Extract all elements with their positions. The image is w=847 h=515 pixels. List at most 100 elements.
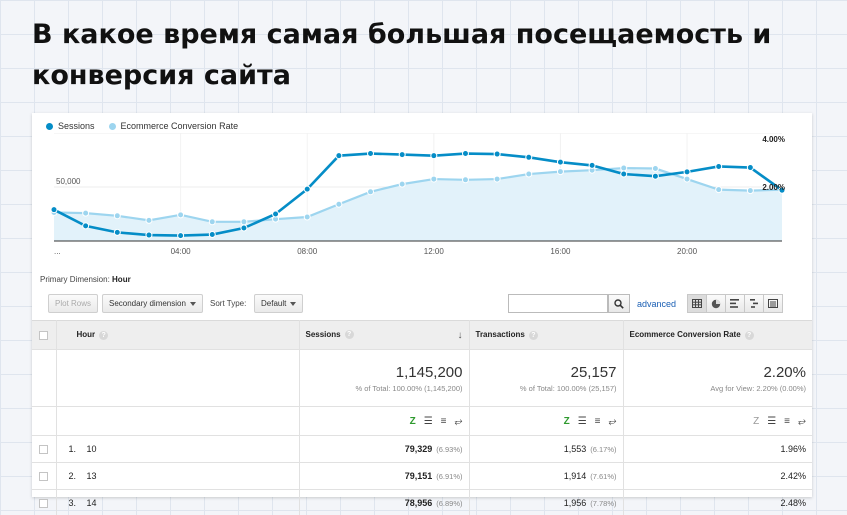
search-button[interactable] [608,294,630,313]
pie-view-button[interactable] [706,294,726,313]
bar-list-icon[interactable]: ☰ [424,416,433,427]
row-transactions: 1,914 [563,471,587,481]
performance-view-button[interactable] [725,294,745,313]
total-transactions-sub: % of Total: 100.00% (25,157) [519,383,617,393]
total-conversion-sub: Avg for View: 2.20% (0.00%) [710,383,806,393]
table-row[interactable]: 2. 13 79,151 (6.91%) 1,914 (7.61%) 2.42% [32,462,812,490]
sessions-point [461,150,469,158]
row-checkbox[interactable] [39,499,49,509]
sessions-point [746,164,754,172]
column-header-hour-label: Hour [76,330,96,340]
table-grid-icon [692,299,702,308]
column-header-conversion[interactable]: Ecommerce Conversion Rate? [623,320,812,350]
conversion-point [82,209,90,217]
conversion-point [683,175,691,183]
sessions-point [208,231,216,239]
conversion-point [525,170,533,178]
table-view-button[interactable] [687,294,707,313]
conversion-point [240,218,248,226]
legend-dot-icon [108,122,116,130]
primary-dimension-label: Primary Dimension: [40,275,110,284]
plot-rows-button[interactable]: Plot Rows [48,294,99,313]
sort-type-value: Default [261,299,287,308]
legend-item-conversion[interactable]: Ecommerce Conversion Rate [108,121,239,131]
row-hour[interactable]: 10 [87,444,97,454]
sort-type-label: Sort Type: [210,299,247,308]
sessions-point [398,151,406,159]
help-icon[interactable]: ? [744,330,754,340]
equal-lines-icon[interactable]: ≡ [784,416,790,427]
sort-down-arrow-icon[interactable]: ↓ [458,330,463,341]
row-rank: 3. [68,498,77,508]
conversion-point [715,186,723,194]
sessions-point [367,150,375,158]
search-icon [614,298,624,309]
equal-lines-icon[interactable]: ≡ [595,416,601,427]
row-checkbox[interactable] [39,445,49,455]
search-input[interactable] [508,294,608,313]
column-header-transactions[interactable]: Transactions? [469,320,624,350]
slide-title: В какое время самая большая посещаемость… [32,19,772,91]
sessions-point [620,170,628,178]
sort-type-select[interactable]: Default [254,294,304,313]
totals-row: 1,145,200 % of Total: 100.00% (1,145,200… [32,349,812,407]
sessions-point [683,168,691,176]
comparison-icon[interactable]: ⥂ [455,416,463,427]
total-conversion: 2.20% [763,363,806,381]
right-tick-label: 4.00% [762,135,785,144]
x-tick-label: 20:00 [677,247,698,256]
comparison-icon[interactable]: ⥂ [798,416,806,427]
column-header-sessions[interactable]: Sessions? ↓ [299,320,470,350]
conversion-point [461,176,469,184]
row-rank: 2. [68,471,77,481]
equal-lines-icon[interactable]: ≡ [441,416,447,427]
table-row[interactable]: 3. 14 78,956 (6.89%) 1,956 (7.78%) 2.48% [32,489,812,515]
z-sort-icon[interactable]: Z [410,416,416,427]
table-row[interactable]: 1. 10 79,329 (6.93%) 1,553 (6.17%) 1.96% [32,435,812,463]
z-sort-icon[interactable]: Z [564,416,570,427]
conversion-point [556,168,564,176]
total-transactions-cell: 25,157 % of Total: 100.00% (25,157) [469,349,624,407]
row-sessions-pct: (6.93%) [436,445,463,454]
row-transactions: 1,553 [563,444,587,454]
total-conversion-cell: 2.20% Avg for View: 2.20% (0.00%) [623,349,812,407]
sessions-point [303,185,311,193]
row-hour[interactable]: 14 [87,498,97,508]
conversion-point [177,211,185,219]
row-conversion: 2.48% [623,489,812,515]
row-conversion: 2.42% [623,462,812,490]
pivot-view-button[interactable] [763,294,783,313]
bar-list-icon[interactable]: ☰ [578,416,587,427]
report-table: Hour? Sessions? ↓ Transactions? Ecommerc… [32,320,812,515]
help-icon[interactable]: ? [99,330,109,340]
comparison-icon[interactable]: ⥂ [609,416,617,427]
total-sessions: 1,145,200 [395,363,463,381]
help-icon[interactable]: ? [528,330,538,340]
advanced-link[interactable]: advanced [637,299,676,309]
row-checkbox[interactable] [39,472,49,482]
select-all-checkbox[interactable] [39,330,49,340]
total-sessions-sub: % of Total: 100.00% (1,145,200) [355,383,463,393]
sessions-point [145,231,153,239]
primary-dimension-value[interactable]: Hour [112,275,131,284]
row-transactions-pct: (7.61%) [590,472,617,481]
conversion-point [493,175,501,183]
row-transactions: 1,956 [563,498,587,508]
column-header-hour[interactable]: Hour? [56,320,300,350]
legend-item-sessions[interactable]: Sessions [46,121,95,131]
sessions-point [177,232,185,240]
z-sort-icon[interactable]: Z [753,416,759,427]
row-transactions-pct: (7.78%) [590,499,617,508]
comparison-view-button[interactable] [744,294,764,313]
comparison-icon [750,299,758,308]
conversion-point [303,213,311,221]
help-icon[interactable]: ? [344,329,354,339]
secondary-dimension-select[interactable]: Secondary dimension [102,294,203,313]
x-tick-label: ... [54,247,61,256]
row-sessions: 78,956 [404,498,433,508]
row-hour[interactable]: 13 [87,471,97,481]
chevron-down-icon [189,301,196,306]
legend-label-conversion: Ecommerce Conversion Rate [120,121,239,131]
bar-list-icon[interactable]: ☰ [767,416,776,427]
right-tick-label: 2.00% [762,183,785,192]
